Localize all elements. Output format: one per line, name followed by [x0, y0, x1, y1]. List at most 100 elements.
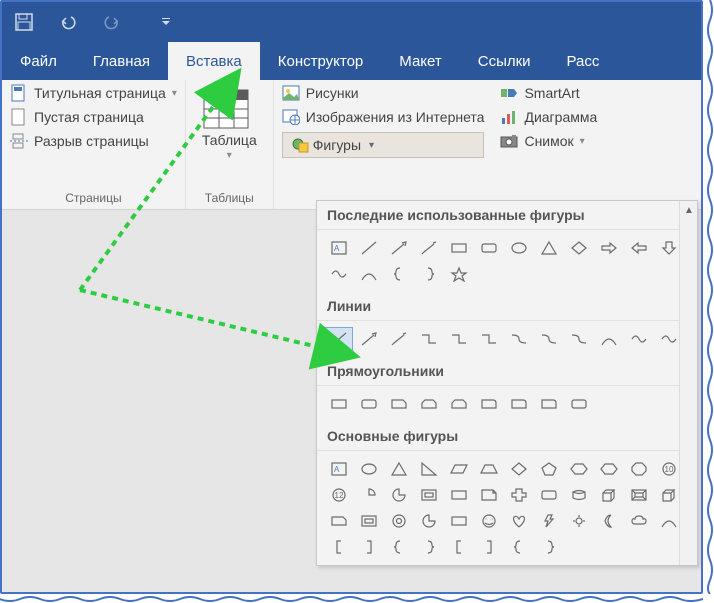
- table-button[interactable]: Таблица ▾: [202, 84, 257, 161]
- undo-icon[interactable]: [56, 10, 80, 34]
- shape-arrow-left[interactable]: [625, 236, 653, 260]
- tab-insert[interactable]: Вставка: [168, 42, 260, 80]
- shape-basic-26[interactable]: [385, 509, 413, 533]
- shape-basic-42[interactable]: [505, 535, 533, 559]
- blank-page-button[interactable]: Пустая страница: [10, 108, 177, 126]
- tab-design[interactable]: Конструктор: [260, 42, 382, 80]
- shape-basic-0[interactable]: A: [325, 457, 353, 481]
- shape-basic-20[interactable]: [565, 483, 593, 507]
- online-pictures-button[interactable]: Изображения из Интернета: [282, 108, 485, 126]
- shape-round2-diag[interactable]: [535, 392, 563, 416]
- shape-basic-37[interactable]: [355, 535, 383, 559]
- shape-basic-18[interactable]: [505, 483, 533, 507]
- shape-textbox[interactable]: A: [325, 236, 353, 260]
- shape-connector-arrow[interactable]: [445, 327, 473, 351]
- shape-basic-4[interactable]: [445, 457, 473, 481]
- shape-star[interactable]: [445, 262, 473, 286]
- shape-curved-conn-double[interactable]: [565, 327, 593, 351]
- shape-line-double-arrow[interactable]: [385, 327, 413, 351]
- scrollbar[interactable]: ▲: [679, 201, 697, 565]
- shape-basic-33[interactable]: [595, 509, 623, 533]
- shape-basic-15[interactable]: [415, 483, 443, 507]
- shape-basic-2[interactable]: [385, 457, 413, 481]
- shape-roundrect[interactable]: [355, 392, 383, 416]
- pictures-button[interactable]: Рисунки: [282, 84, 485, 102]
- shape-basic-36[interactable]: [325, 535, 353, 559]
- shape-basic-3[interactable]: [415, 457, 443, 481]
- shapes-button[interactable]: Фигуры▾: [282, 132, 485, 158]
- tab-layout[interactable]: Макет: [381, 42, 459, 80]
- tab-file[interactable]: Файл: [2, 42, 75, 80]
- shape-connector-double[interactable]: [475, 327, 503, 351]
- shape-round-all[interactable]: [565, 392, 593, 416]
- screenshot-button[interactable]: Снимок▾: [500, 132, 597, 150]
- shape-basic-9[interactable]: [595, 457, 623, 481]
- shape-basic-7[interactable]: [535, 457, 563, 481]
- shape-roundrect[interactable]: [475, 236, 503, 260]
- shape-curved-conn[interactable]: [505, 327, 533, 351]
- shape-basic-28[interactable]: [445, 509, 473, 533]
- shape-basic-16[interactable]: [445, 483, 473, 507]
- shape-basic-21[interactable]: [595, 483, 623, 507]
- chart-button[interactable]: Диаграмма: [500, 108, 597, 126]
- scroll-up-icon[interactable]: ▲: [680, 201, 698, 219]
- save-icon[interactable]: [12, 10, 36, 34]
- shape-freeform[interactable]: [625, 327, 653, 351]
- shape-basic-25[interactable]: [355, 509, 383, 533]
- shape-basic-5[interactable]: [475, 457, 503, 481]
- shape-basic-41[interactable]: [475, 535, 503, 559]
- shape-basic-38[interactable]: [385, 535, 413, 559]
- shape-round2-same[interactable]: [505, 392, 533, 416]
- shape-connector[interactable]: [415, 327, 443, 351]
- shape-curve[interactable]: [355, 262, 383, 286]
- shape-basic-12[interactable]: 12: [325, 483, 353, 507]
- shape-oval[interactable]: [505, 236, 533, 260]
- shape-basic-27[interactable]: [415, 509, 443, 533]
- shape-basic-30[interactable]: [505, 509, 533, 533]
- shape-freeform[interactable]: [325, 262, 353, 286]
- shape-round1[interactable]: [475, 392, 503, 416]
- shape-basic-40[interactable]: [445, 535, 473, 559]
- tab-references[interactable]: Ссылки: [460, 42, 549, 80]
- shape-curve[interactable]: [595, 327, 623, 351]
- shape-line[interactable]: [355, 236, 383, 260]
- shape-line[interactable]: [325, 327, 353, 351]
- page-break-button[interactable]: Разрыв страницы: [10, 132, 177, 150]
- shape-snip2[interactable]: [415, 392, 443, 416]
- tab-mailings[interactable]: Расс: [549, 42, 618, 80]
- shape-basic-1[interactable]: [355, 457, 383, 481]
- shape-basic-39[interactable]: [415, 535, 443, 559]
- shape-basic-32[interactable]: [565, 509, 593, 533]
- shape-line-double[interactable]: [415, 236, 443, 260]
- shape-basic-43[interactable]: [535, 535, 563, 559]
- qat-dropdown-icon[interactable]: [154, 10, 178, 34]
- shape-basic-6[interactable]: [505, 457, 533, 481]
- shape-line-arrow[interactable]: [355, 327, 383, 351]
- shape-basic-17[interactable]: [475, 483, 503, 507]
- redo-icon[interactable]: [100, 10, 124, 34]
- shape-diamond[interactable]: [565, 236, 593, 260]
- tab-home[interactable]: Главная: [75, 42, 168, 80]
- shape-basic-8[interactable]: [565, 457, 593, 481]
- shape-basic-10[interactable]: [625, 457, 653, 481]
- shape-triangle[interactable]: [535, 236, 563, 260]
- shape-arrow-right[interactable]: [595, 236, 623, 260]
- shape-basic-34[interactable]: [625, 509, 653, 533]
- shape-basic-24[interactable]: [325, 509, 353, 533]
- shape-basic-29[interactable]: [475, 509, 503, 533]
- cover-page-button[interactable]: Титульная страница▾: [10, 84, 177, 102]
- shape-rect[interactable]: [325, 392, 353, 416]
- shape-snip1[interactable]: [385, 392, 413, 416]
- shape-basic-31[interactable]: [535, 509, 563, 533]
- shape-brace-r[interactable]: [415, 262, 443, 286]
- shape-rect[interactable]: [445, 236, 473, 260]
- shape-curved-conn-arrow[interactable]: [535, 327, 563, 351]
- shape-brace-l[interactable]: [385, 262, 413, 286]
- shape-snip-diag[interactable]: [445, 392, 473, 416]
- shape-basic-22[interactable]: [625, 483, 653, 507]
- smartart-button[interactable]: SmartArt: [500, 84, 597, 102]
- shape-line-arrow[interactable]: [385, 236, 413, 260]
- shape-basic-13[interactable]: [355, 483, 383, 507]
- shape-basic-19[interactable]: [535, 483, 563, 507]
- shape-basic-14[interactable]: [385, 483, 413, 507]
